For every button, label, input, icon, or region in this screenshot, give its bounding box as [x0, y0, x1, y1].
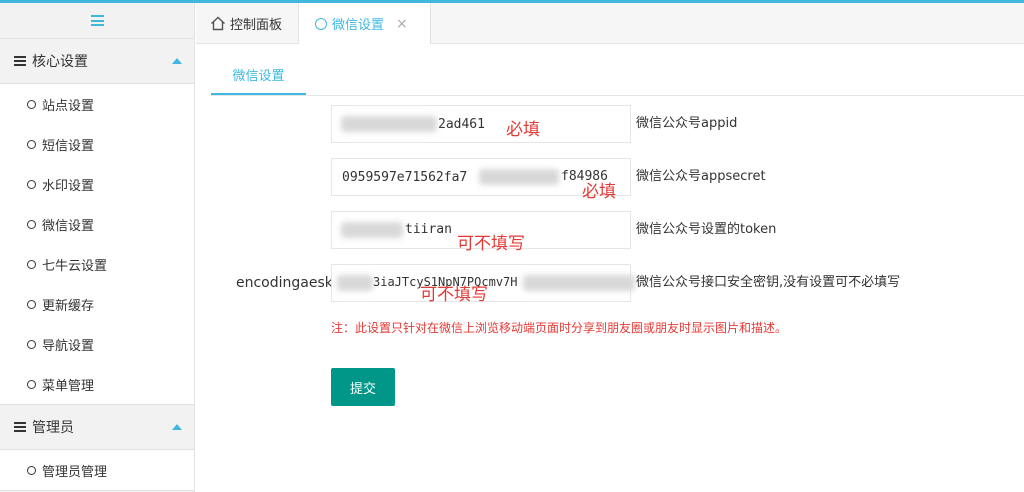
- caret-up-icon: [172, 424, 182, 430]
- sidebar-group-core[interactable]: 核心设置: [0, 39, 194, 84]
- list-icon: [14, 422, 26, 432]
- close-icon[interactable]: ×: [396, 16, 408, 32]
- circle-icon: [27, 339, 36, 349]
- tab-label: 控制面板: [230, 17, 283, 33]
- tab-dashboard[interactable]: 控制面板: [196, 3, 299, 43]
- caret-up-icon: [172, 58, 182, 64]
- form-row-encodingaeskey: encodingaeskey 3iaJTcyS1NpN7PQcmv7H 微信公众…: [211, 264, 1024, 302]
- sidebar-item-qiniu[interactable]: 七牛云设置: [0, 244, 194, 284]
- sidebar-item-nav[interactable]: 导航设置: [0, 324, 194, 364]
- tab-bar: 控制面板 微信设置 ×: [196, 3, 1024, 44]
- token-input[interactable]: [331, 211, 631, 249]
- sidebar-group-admin-items: 管理员管理: [0, 450, 194, 491]
- tab-wechat-settings[interactable]: 微信设置 ×: [299, 3, 431, 44]
- field-hint: 微信公众号appsecret: [636, 169, 766, 184]
- circle-icon: [27, 219, 36, 229]
- sidebar-item-watermark[interactable]: 水印设置: [0, 164, 194, 204]
- sidebar-item-sms[interactable]: 短信设置: [0, 124, 194, 164]
- sidebar-item-admin-manage[interactable]: 管理员管理: [0, 450, 194, 490]
- sidebar-group-label: 管理员: [32, 420, 74, 436]
- circle-icon: [27, 139, 36, 149]
- field-label: encodingaeskey: [236, 275, 331, 291]
- submit-button[interactable]: 提交: [331, 368, 395, 406]
- form-row-token: token tiiran 微信公众号设置的token: [211, 211, 1024, 249]
- sidebar: 核心设置 站点设置 短信设置 水印设置 微信设置 七牛云设置 更新缓存 导航设置…: [0, 3, 195, 492]
- sidebar-item-cache[interactable]: 更新缓存: [0, 284, 194, 324]
- sidebar-item-wechat[interactable]: 微信设置: [0, 204, 194, 244]
- menu-icon: [90, 15, 104, 26]
- form-row-appid: appid 微信公众号appid: [211, 105, 1024, 143]
- value-fragment: f84986: [561, 169, 608, 184]
- form-row-appsecret: appsecret f84986 微信公众号appsecret: [211, 158, 1024, 196]
- circle-icon: [27, 299, 36, 309]
- sidebar-group-core-items: 站点设置 短信设置 水印设置 微信设置 七牛云设置 更新缓存 导航设置 菜单管理: [0, 84, 194, 405]
- subtab-wechat-settings[interactable]: 微信设置: [211, 55, 306, 95]
- appid-input[interactable]: [331, 105, 631, 143]
- circle-icon: [27, 379, 36, 389]
- sidebar-toggle[interactable]: [0, 3, 194, 39]
- circle-icon: [27, 179, 36, 189]
- sidebar-item-site[interactable]: 站点设置: [0, 84, 194, 124]
- sub-tab-bar: 微信设置: [211, 55, 1024, 96]
- sidebar-item-menu[interactable]: 菜单管理: [0, 364, 194, 404]
- sidebar-group-admin[interactable]: 管理员: [0, 405, 194, 450]
- notice-text: 注：此设置只针对在微信上浏览移动端页面时分享到朋友圈或朋友时显示图片和描述。: [331, 321, 788, 335]
- field-hint: 微信公众号设置的token: [636, 222, 777, 237]
- sidebar-group-label: 核心设置: [32, 54, 88, 70]
- circle-icon: [315, 17, 327, 30]
- home-icon: [211, 16, 225, 30]
- value-fragment: tiiran: [405, 222, 452, 237]
- circle-icon: [27, 99, 36, 109]
- field-hint: 微信公众号接口安全密钥,没有设置可不必填写: [636, 275, 901, 290]
- circle-icon: [27, 259, 36, 269]
- field-hint: 微信公众号appid: [636, 116, 738, 131]
- value-fragment: 3iaJTcyS1NpN7PQcmv7H: [373, 275, 518, 289]
- tab-label: 微信设置: [332, 18, 385, 33]
- list-icon: [14, 56, 26, 66]
- circle-icon: [27, 465, 36, 475]
